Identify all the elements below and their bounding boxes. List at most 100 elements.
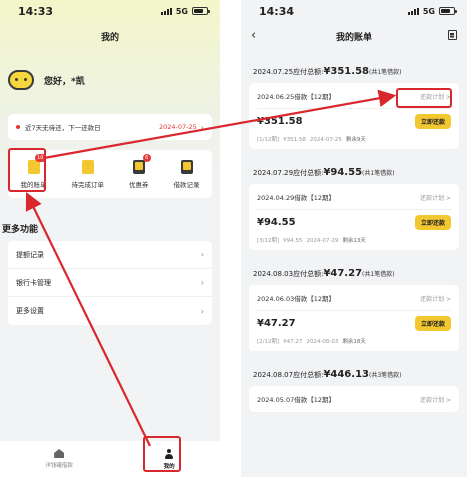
menu-item-bank-cards[interactable]: 银行卡管理 › bbox=[8, 269, 212, 297]
status-time: 14:34 bbox=[259, 4, 295, 18]
due-count: (共1笔借款) bbox=[368, 69, 402, 76]
repayment-plan-link[interactable]: 还款计划 > bbox=[420, 395, 451, 404]
bill-group: 2024.08.03应付总额:¥47.27(共1笔借款) 2024.06.03借… bbox=[241, 264, 467, 351]
bill-card[interactable]: 2024.04.29借款【12期】 还款计划 > ¥94.55 立即还款 [3/… bbox=[249, 184, 459, 250]
due-label: 2024.07.25应付总额: bbox=[253, 68, 324, 76]
pay-now-button[interactable]: 立即还款 bbox=[414, 215, 451, 230]
pending-orders-button[interactable]: 待完成订单 bbox=[71, 159, 105, 189]
nav-bar: ‹ 我的账单 bbox=[241, 22, 467, 50]
home-icon bbox=[54, 449, 65, 458]
due-label: 2024.08.03应付总额: bbox=[253, 270, 324, 278]
page-title: 我的账单 bbox=[335, 32, 372, 43]
network-label: 5G bbox=[422, 6, 435, 16]
bill-amount: ¥47.27 bbox=[257, 318, 296, 329]
network-label: 5G bbox=[175, 6, 188, 16]
pay-now-button[interactable]: 立即还款 bbox=[414, 114, 451, 129]
due-amount: ¥94.55 bbox=[323, 167, 363, 178]
status-bar: 14:33 5G bbox=[0, 0, 220, 22]
due-count: (共3笔借款) bbox=[368, 372, 402, 379]
meta-date: 2024-07-25 bbox=[309, 137, 342, 143]
nav-bar: 我的 bbox=[0, 22, 220, 50]
coupons-button[interactable]: 6 优惠券 bbox=[129, 153, 151, 189]
due-summary: 2024.08.07应付总额:¥446.13(共3笔借款) bbox=[241, 365, 467, 386]
feature-menu: 提额记录 › 银行卡管理 › 更多设置 › bbox=[8, 241, 212, 325]
menu-item-limit-records[interactable]: 提额记录 › bbox=[8, 241, 212, 269]
repayment-plan-link[interactable]: 还款计划 > bbox=[420, 294, 451, 303]
tab-bar: 洋钱罐借款 我的 bbox=[0, 441, 220, 477]
loan-title: 2024.06.03借款【12期】 bbox=[257, 295, 335, 303]
loan-title: 2024.05.07借款【12期】 bbox=[257, 396, 335, 404]
bill-group: 2024.08.07应付总额:¥446.13(共3笔借款) 2024.05.07… bbox=[241, 365, 467, 412]
bill-amount: ¥94.55 bbox=[257, 217, 296, 228]
chevron-right-icon: › bbox=[200, 122, 204, 132]
due-amount: ¥47.27 bbox=[323, 268, 363, 279]
term: [2/12期] bbox=[257, 339, 280, 345]
due-count: (共1笔借款) bbox=[362, 170, 395, 177]
meta-amount: ¥351.58 bbox=[283, 137, 306, 143]
more-features-title: 更多功能 bbox=[2, 225, 39, 235]
notice-date: 2024-07-25 bbox=[159, 123, 197, 131]
highlight-my-bills bbox=[8, 148, 46, 192]
menu-label: 银行卡管理 bbox=[16, 278, 51, 287]
menu-label: 提额记录 bbox=[16, 250, 44, 259]
repayment-plan-link[interactable]: 还款计划 > bbox=[420, 193, 451, 202]
bill-card[interactable]: 2024.05.07借款【12期】 还款计划 > bbox=[249, 386, 459, 412]
order-icon bbox=[81, 159, 94, 174]
document-icon[interactable] bbox=[448, 30, 457, 40]
menu-item-more-settings[interactable]: 更多设置 › bbox=[8, 297, 212, 325]
due-amount: ¥446.13 bbox=[323, 369, 369, 380]
meta-date: 2024-08-03 bbox=[306, 339, 339, 345]
status-bar: 14:34 5G bbox=[241, 0, 467, 22]
highlight-repayment-plan bbox=[396, 88, 452, 108]
due-summary: 2024.08.03应付总额:¥47.27(共1笔借款) bbox=[241, 264, 467, 285]
tab-label: 洋钱罐借款 bbox=[45, 463, 73, 469]
avatar[interactable] bbox=[8, 70, 34, 90]
quick-label: 借款记录 bbox=[173, 180, 200, 189]
pay-now-button[interactable]: 立即还款 bbox=[414, 316, 451, 331]
menu-label: 更多设置 bbox=[16, 307, 44, 315]
due-label: 2024.08.07应付总额: bbox=[253, 371, 324, 379]
meta-date: 2024-07-29 bbox=[306, 238, 339, 244]
status-time: 14:33 bbox=[18, 4, 54, 18]
bill-meta: [1/12期] ¥351.58 2024-07-25 剩余9天 bbox=[257, 135, 451, 143]
highlight-mine-tab bbox=[143, 436, 181, 472]
coupon-icon: 6 bbox=[132, 153, 151, 174]
bill-card[interactable]: 2024.06.03借款【12期】 还款计划 > ¥47.27 立即还款 [2/… bbox=[249, 285, 459, 351]
profile-header: 您好，*凯 bbox=[0, 50, 220, 100]
due-label: 2024.07.29应付总额: bbox=[253, 169, 324, 177]
signal-icon bbox=[407, 7, 419, 15]
tab-loan[interactable]: 洋钱罐借款 bbox=[45, 449, 73, 469]
page-title: 我的 bbox=[100, 32, 119, 43]
days-remaining: 剩余18天 bbox=[342, 339, 366, 345]
repayment-notice[interactable]: 近7天无待还，下一还款日 2024-07-25 › bbox=[8, 114, 212, 140]
loan-records-button[interactable]: 借款记录 bbox=[173, 159, 200, 189]
right-screen: 14:34 5G ‹ 我的账单 2024.07.25应付总额:¥351.58(共… bbox=[241, 0, 467, 477]
term: [1/12期] bbox=[257, 137, 280, 143]
battery-icon bbox=[192, 7, 210, 15]
record-icon bbox=[180, 159, 193, 174]
loan-title: 2024.04.29借款【12期】 bbox=[257, 194, 335, 202]
due-summary: 2024.07.29应付总额:¥94.55(共1笔借款) bbox=[241, 163, 467, 184]
chevron-right-icon: › bbox=[200, 278, 204, 287]
loan-title: 2024.06.25借款【12期】 bbox=[257, 93, 335, 101]
meta-amount: ¥94.55 bbox=[283, 238, 303, 244]
days-remaining: 剩余9天 bbox=[345, 137, 366, 143]
quick-label: 待完成订单 bbox=[71, 180, 105, 189]
signal-icon bbox=[160, 7, 172, 15]
meta-amount: ¥47.27 bbox=[283, 339, 303, 345]
chevron-right-icon: › bbox=[200, 250, 204, 259]
bill-group: 2024.07.29应付总额:¥94.55(共1笔借款) 2024.04.29借… bbox=[241, 163, 467, 250]
left-screen: 14:33 5G 我的 您好，*凯 近7天无待还，下一还款日 2024-07-2… bbox=[0, 0, 220, 477]
due-summary: 2024.07.25应付总额:¥351.58(共1笔借款) bbox=[241, 62, 467, 83]
bill-amount: ¥351.58 bbox=[257, 116, 303, 127]
notice-text: 近7天无待还，下一还款日 bbox=[25, 124, 101, 132]
bill-meta: [2/12期] ¥47.27 2024-08-03 剩余18天 bbox=[257, 337, 451, 345]
battery-icon bbox=[439, 7, 457, 15]
due-amount: ¥351.58 bbox=[323, 66, 369, 77]
back-arrow-icon[interactable]: ‹ bbox=[251, 28, 256, 43]
due-count: (共1笔借款) bbox=[362, 271, 395, 278]
chevron-right-icon: › bbox=[200, 306, 204, 316]
days-remaining: 剩余13天 bbox=[342, 238, 366, 244]
coupons-badge: 6 bbox=[142, 153, 151, 162]
alert-dot-icon bbox=[16, 125, 20, 129]
